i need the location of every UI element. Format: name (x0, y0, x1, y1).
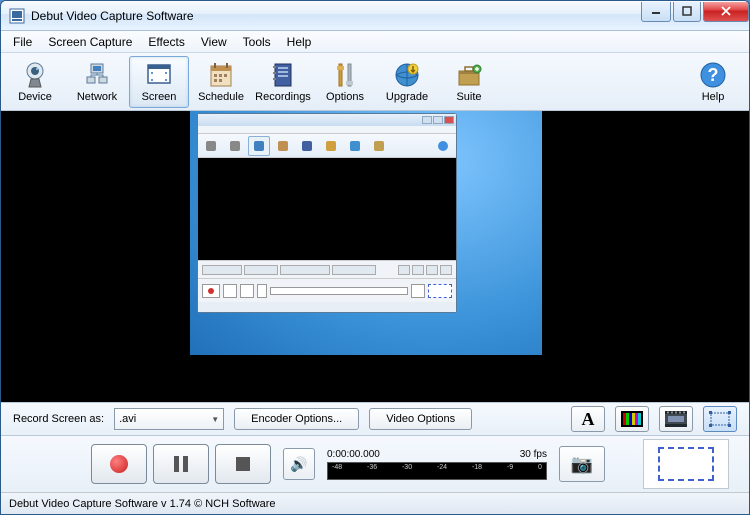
suite-icon (455, 61, 483, 89)
thumbnail-slot[interactable] (643, 439, 729, 489)
help-button[interactable]: ? Help (683, 56, 743, 108)
device-button[interactable]: Device (5, 56, 65, 108)
menu-tools[interactable]: Tools (235, 33, 279, 51)
upgrade-button[interactable]: Upgrade (377, 56, 437, 108)
help-label: Help (702, 91, 725, 103)
window-title: Debut Video Capture Software (31, 9, 639, 23)
schedule-label: Schedule (198, 91, 244, 103)
menu-view[interactable]: View (193, 33, 235, 51)
transport-bar: 🔊 0:00:00.000 30 fps -48 -36 -30 -24 -18… (1, 436, 749, 492)
transport-controls (91, 444, 271, 484)
stop-button[interactable] (215, 444, 271, 484)
menu-screen-capture[interactable]: Screen Capture (40, 33, 140, 51)
recordings-label: Recordings (255, 91, 311, 103)
network-button[interactable]: Network (67, 56, 127, 108)
video-options-button[interactable]: Video Options (369, 408, 472, 430)
pause-icon (174, 456, 188, 472)
fps-display: 30 fps (520, 449, 547, 460)
tools-icon (331, 61, 359, 89)
chevron-down-icon: ▼ (211, 415, 219, 424)
menubar: File Screen Capture Effects View Tools H… (1, 31, 749, 53)
webcam-icon (21, 61, 49, 89)
maximize-button[interactable] (673, 2, 701, 22)
record-button[interactable] (91, 444, 147, 484)
film-icon (665, 411, 687, 427)
speaker-icon: 🔊 (290, 456, 307, 473)
titlebar: Debut Video Capture Software (1, 1, 749, 31)
record-icon (110, 455, 128, 473)
recordings-button[interactable]: Recordings (253, 56, 313, 108)
selection-icon (709, 411, 731, 427)
menu-file[interactable]: File (5, 33, 40, 51)
device-label: Device (18, 91, 52, 103)
screen-label: Screen (142, 91, 177, 103)
statusbar: Debut Video Capture Software v 1.74 © NC… (1, 492, 749, 514)
suite-label: Suite (456, 91, 481, 103)
color-bars-button[interactable] (615, 406, 649, 432)
menu-help[interactable]: Help (279, 33, 320, 51)
screen-button[interactable]: Screen (129, 56, 189, 108)
camera-icon: 📷 (571, 454, 593, 475)
time-display: 0:00:00.000 (327, 449, 380, 460)
encoder-options-button[interactable]: Encoder Options... (234, 408, 359, 430)
format-select[interactable]: .avi ▼ (114, 408, 224, 430)
db-meter: -48 -36 -30 -24 -18 -9 0 (327, 462, 547, 480)
format-bar: Record Screen as: .avi ▼ Encoder Options… (1, 402, 749, 436)
status-text: Debut Video Capture Software v 1.74 © NC… (9, 498, 276, 510)
volume-button[interactable]: 🔊 (283, 448, 315, 480)
close-button[interactable] (703, 2, 749, 22)
globe-upgrade-icon (393, 61, 421, 89)
pause-button[interactable] (153, 444, 209, 484)
text-overlay-button[interactable]: A (571, 406, 605, 432)
window-controls (639, 2, 749, 22)
app-window: Debut Video Capture Software File Screen… (0, 0, 750, 515)
colorbars-icon (621, 411, 643, 427)
network-label: Network (77, 91, 117, 103)
selection-preview-icon (658, 447, 714, 481)
notebook-icon (269, 61, 297, 89)
snapshot-button[interactable]: 📷 (559, 446, 605, 482)
schedule-button[interactable]: Schedule (191, 56, 251, 108)
options-button[interactable]: Options (315, 56, 375, 108)
record-as-label: Record Screen as: (13, 413, 104, 425)
level-meter: 0:00:00.000 30 fps -48 -36 -30 -24 -18 -… (327, 449, 547, 480)
menu-effects[interactable]: Effects (140, 33, 192, 51)
crop-button[interactable] (703, 406, 737, 432)
app-icon (9, 8, 25, 24)
preview-area (1, 111, 749, 402)
screen-icon (145, 61, 173, 89)
upgrade-label: Upgrade (386, 91, 428, 103)
options-label: Options (326, 91, 364, 103)
svg-text:?: ? (708, 65, 719, 85)
network-icon (83, 61, 111, 89)
format-value: .avi (119, 413, 136, 425)
filmstrip-button[interactable] (659, 406, 693, 432)
text-icon: A (582, 409, 595, 430)
recursive-window-preview (197, 113, 457, 313)
help-icon: ? (699, 61, 727, 89)
preview-desktop (190, 111, 542, 355)
stop-icon (236, 457, 250, 471)
calendar-icon (207, 61, 235, 89)
suite-button[interactable]: Suite (439, 56, 499, 108)
toolbar: Device Network Screen Schedule Recording… (1, 53, 749, 111)
minimize-button[interactable] (641, 2, 671, 22)
